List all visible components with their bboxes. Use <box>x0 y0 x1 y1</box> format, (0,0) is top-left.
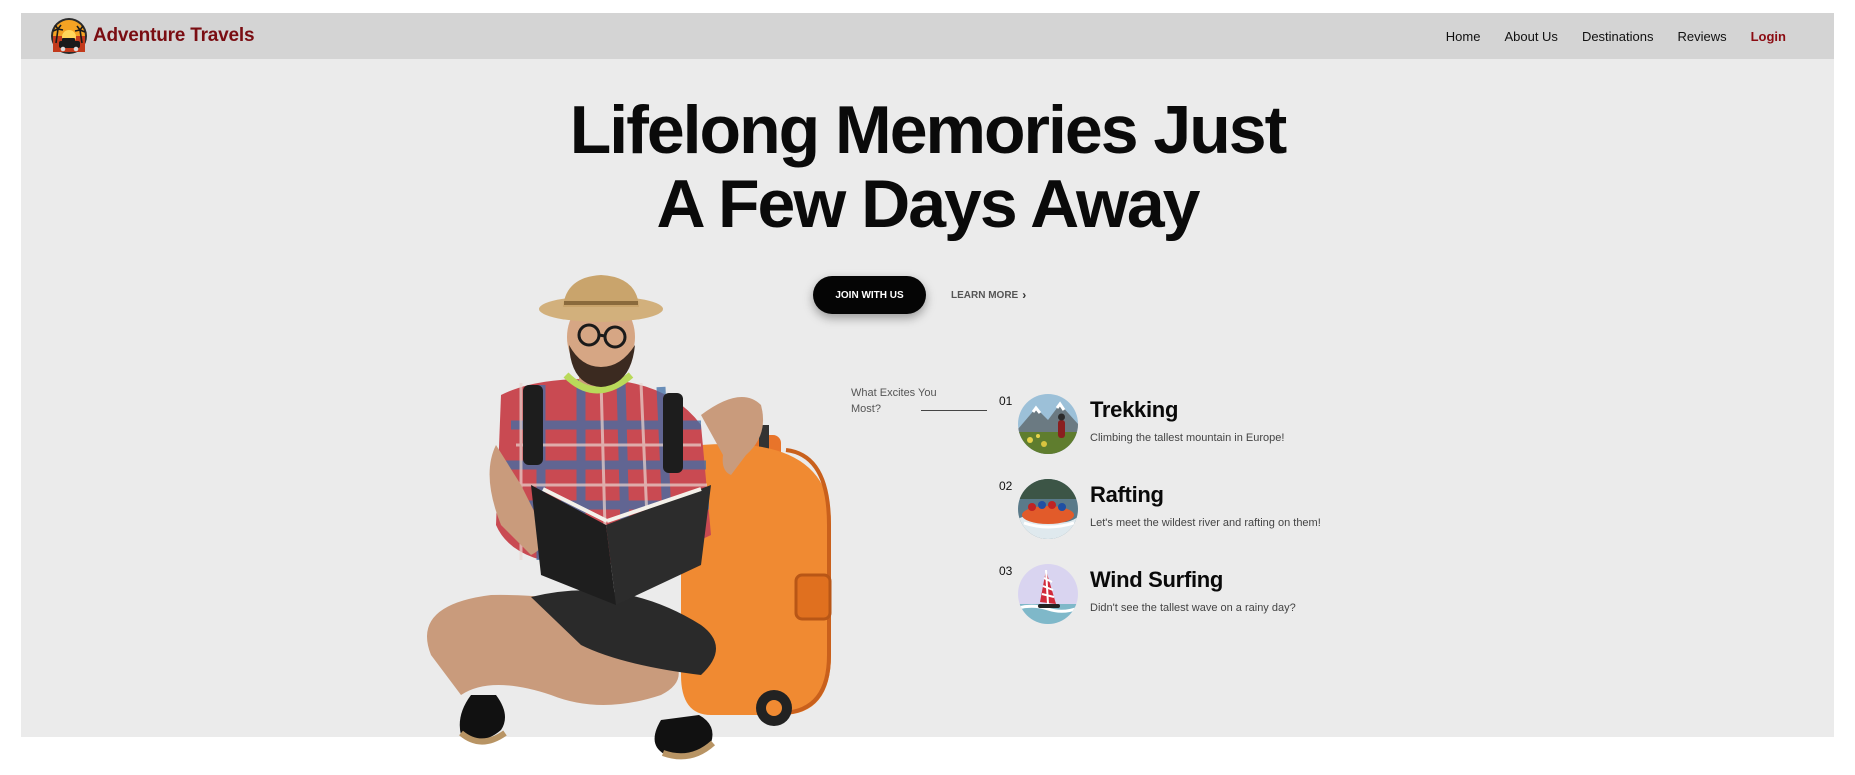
join-with-us-button[interactable]: JOIN WITH US <box>813 276 926 314</box>
learn-more-label: LEARN MORE <box>951 289 1019 301</box>
nav-about-us[interactable]: About Us <box>1504 29 1557 44</box>
activity-description: Let's meet the wildest river and rafting… <box>1090 517 1321 529</box>
nav-login[interactable]: Login <box>1751 29 1786 44</box>
cta-row: JOIN WITH US LEARN MORE › <box>813 276 1026 314</box>
mountain-hiker-thumbnail <box>1018 394 1078 454</box>
what-excites-label: What Excites You Most? <box>851 387 937 415</box>
nav-home[interactable]: Home <box>1446 29 1481 44</box>
sunset-palm-car-icon <box>51 18 87 54</box>
activity-description: Didn't see the tallest wave on a rainy d… <box>1090 602 1296 614</box>
headline-line-2: A Few Days Away <box>656 166 1201 242</box>
activity-item-rafting[interactable]: 02 Rafting Let's meet the wildest river … <box>999 479 1399 545</box>
activity-title: Trekking <box>1090 397 1179 422</box>
divider-line <box>921 410 987 411</box>
learn-more-link[interactable]: LEARN MORE › <box>951 288 1026 302</box>
brand[interactable]: Adventure Travels <box>48 15 255 57</box>
nav-reviews[interactable]: Reviews <box>1677 29 1726 44</box>
brand-name: Adventure Travels <box>93 25 255 46</box>
activity-number: 03 <box>999 564 1013 578</box>
hero-headline: Lifelong Memories Just A Few Days Away <box>21 93 1834 241</box>
activity-number: 02 <box>999 479 1013 493</box>
activity-title: Rafting <box>1090 482 1164 507</box>
activity-item-wind-surfing[interactable]: 03 Wind Surfing Didn't see the tallest w… <box>999 564 1399 630</box>
activity-number: 01 <box>999 394 1013 408</box>
navbar: Adventure Travels Home About Us Destinat… <box>21 13 1834 59</box>
page-frame: Adventure Travels Home About Us Destinat… <box>21 13 1834 760</box>
windsurfer-thumbnail <box>1018 564 1078 624</box>
chevron-right-icon: › <box>1022 288 1027 302</box>
main-nav: Home About Us Destinations Reviews Login <box>1422 13 1786 59</box>
hero-traveler-image <box>427 275 832 760</box>
nav-destinations[interactable]: Destinations <box>1582 29 1654 44</box>
activity-item-trekking[interactable]: 01 Trekking Climbing the tallest mountai… <box>999 394 1399 460</box>
river-raft-thumbnail <box>1018 479 1078 539</box>
activity-description: Climbing the tallest mountain in Europe! <box>1090 432 1285 444</box>
activity-title: Wind Surfing <box>1090 567 1224 592</box>
headline-line-1: Lifelong Memories Just <box>569 92 1287 168</box>
